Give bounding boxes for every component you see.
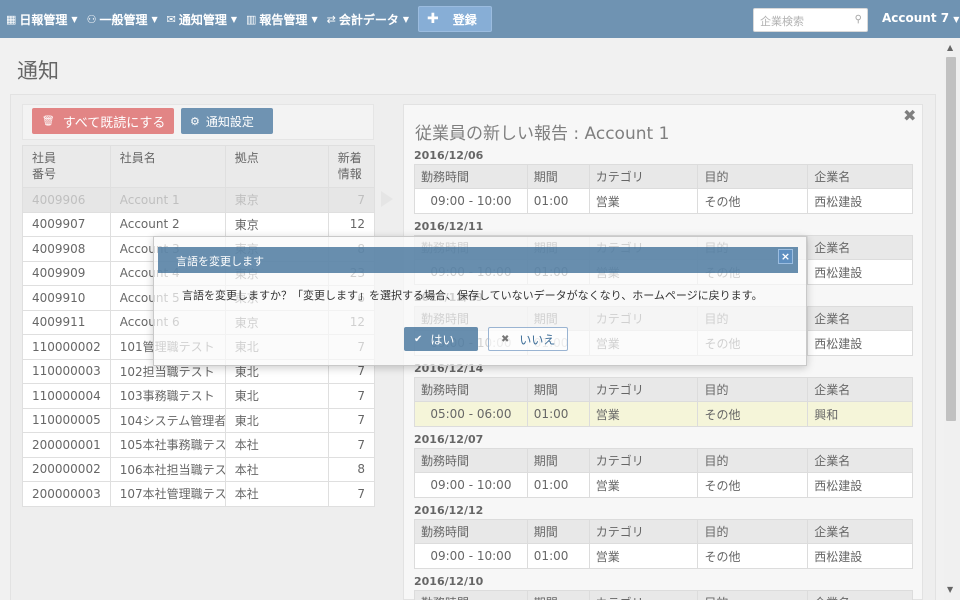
scroll-down-icon[interactable]: ▼ xyxy=(947,585,953,594)
scrollbar-thumb[interactable] xyxy=(946,57,956,421)
dialog-close-icon[interactable]: × xyxy=(778,249,793,264)
dialog-message: 言語を変更しますか？「変更します」を選択する場合、保存していないデータがなくなり… xyxy=(182,289,763,302)
dialog-no-label: いいえ xyxy=(519,332,556,347)
dialog-title: 言語を変更します xyxy=(158,247,798,273)
dialog-no-button[interactable]: ✖ いいえ xyxy=(488,327,568,351)
check-icon: ✔ xyxy=(414,333,423,345)
dialog-yes-button[interactable]: ✔ はい xyxy=(404,327,478,351)
x-icon: ✖ xyxy=(501,333,510,345)
scroll-up-icon[interactable]: ▲ xyxy=(947,43,953,52)
dialog-yes-label: はい xyxy=(430,332,455,347)
